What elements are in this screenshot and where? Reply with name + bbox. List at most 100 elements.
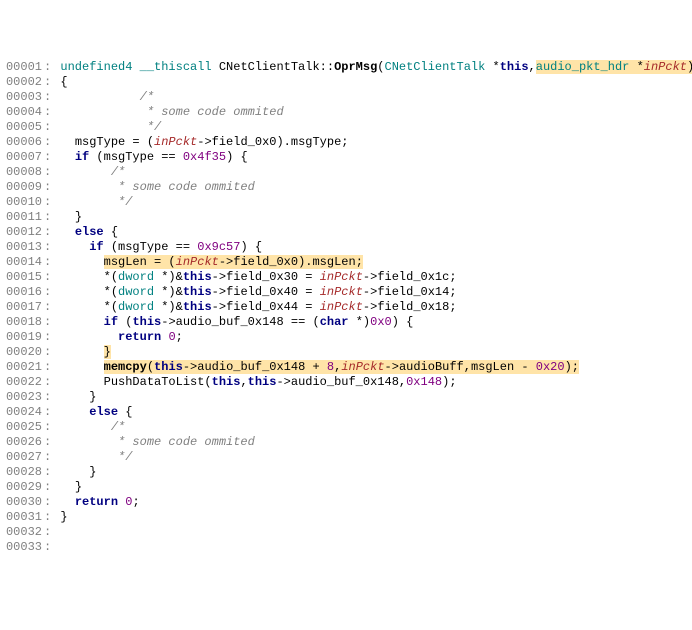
code-content[interactable]: if (this->audio_buf_0x148 == (char *)0x0…: [53, 315, 413, 330]
token: this: [500, 60, 529, 74]
line-number: 00031: [0, 510, 44, 525]
line-colon: :: [44, 90, 53, 105]
token: *)&: [154, 285, 183, 299]
code-content[interactable]: if (msgType == 0x9c57) {: [53, 240, 262, 255]
token: audio_pkt_hdr: [536, 60, 630, 74]
code-line[interactable]: 00026: * some code ommited: [0, 435, 692, 450]
token: ;: [449, 270, 456, 284]
code-content[interactable]: * some code ommited: [53, 180, 255, 195]
token: this: [132, 315, 161, 329]
code-content[interactable]: }: [53, 465, 96, 480]
token: /*: [140, 90, 154, 104]
token: PushDataToList(: [53, 375, 211, 389]
code-line[interactable]: 00025: /*: [0, 420, 692, 435]
code-content[interactable]: }: [53, 390, 96, 405]
code-line[interactable]: 00022: PushDataToList(this,this->audio_b…: [0, 375, 692, 390]
code-line[interactable]: 00032:: [0, 525, 692, 540]
code-line[interactable]: 00033:: [0, 540, 692, 555]
code-line[interactable]: 00009: * some code ommited: [0, 180, 692, 195]
code-line[interactable]: 00003: /*: [0, 90, 692, 105]
code-line[interactable]: 00021: memcpy(this->audio_buf_0x148 + 8,…: [0, 360, 692, 375]
code-line[interactable]: 00015: *(dword *)&this->field_0x30 = inP…: [0, 270, 692, 285]
code-content[interactable]: }: [53, 510, 67, 525]
code-content[interactable]: if (msgType == 0x4f35) {: [53, 150, 247, 165]
token: else: [89, 405, 118, 419]
token: audio_buf_0x148: [291, 375, 399, 389]
code-line[interactable]: 00011: }: [0, 210, 692, 225]
code-content[interactable]: /*: [53, 90, 154, 105]
code-line[interactable]: 00028: }: [0, 465, 692, 480]
code-content[interactable]: *(dword *)&this->field_0x44 = inPckt->fi…: [53, 300, 456, 315]
line-number: 00002: [0, 75, 44, 90]
line-colon: :: [44, 120, 53, 135]
code-line[interactable]: 00016: *(dword *)&this->field_0x40 = inP…: [0, 285, 692, 300]
code-content[interactable]: */: [53, 450, 132, 465]
code-content[interactable]: * some code ommited: [53, 105, 283, 120]
code-content[interactable]: */: [53, 120, 161, 135]
code-line[interactable]: 00006: msgType = (inPckt->field_0x0).msg…: [0, 135, 692, 150]
code-content[interactable]: return 0;: [53, 330, 183, 345]
code-line[interactable]: 00008: /*: [0, 165, 692, 180]
code-line[interactable]: 00018: if (this->audio_buf_0x148 == (cha…: [0, 315, 692, 330]
code-content[interactable]: *(dword *)&this->field_0x30 = inPckt->fi…: [53, 270, 456, 285]
code-content[interactable]: }: [53, 345, 111, 360]
token: }: [89, 390, 96, 404]
code-content[interactable]: undefined4 __thiscall CNetClientTalk::Op…: [53, 60, 692, 75]
token: }: [75, 210, 82, 224]
code-line[interactable]: 00012: else {: [0, 225, 692, 240]
code-content[interactable]: /*: [53, 165, 125, 180]
token: ->: [161, 315, 175, 329]
code-line[interactable]: 00030: return 0;: [0, 495, 692, 510]
code-content[interactable]: /*: [53, 420, 125, 435]
code-line[interactable]: 00020: }: [0, 345, 692, 360]
code-content[interactable]: */: [53, 195, 132, 210]
token: == (: [284, 315, 320, 329]
code-content[interactable]: memcpy(this->audio_buf_0x148 + 8,inPckt-…: [53, 360, 579, 375]
token: __thiscall: [140, 60, 212, 74]
code-line[interactable]: 00010: */: [0, 195, 692, 210]
token: [53, 495, 75, 509]
code-line[interactable]: 00023: }: [0, 390, 692, 405]
code-content[interactable]: *(dword *)&this->field_0x40 = inPckt->fi…: [53, 285, 456, 300]
code-line[interactable]: 00024: else {: [0, 405, 692, 420]
token: ) {: [240, 240, 262, 254]
code-line[interactable]: 00004: * some code ommited: [0, 105, 692, 120]
line-colon: :: [44, 180, 53, 195]
token: ).: [276, 135, 290, 149]
code-content[interactable]: PushDataToList(this,this->audio_buf_0x14…: [53, 375, 456, 390]
code-line[interactable]: 00013: if (msgType == 0x9c57) {: [0, 240, 692, 255]
line-colon: :: [44, 270, 53, 285]
code-line[interactable]: 00001: undefined4 __thiscall CNetClientT…: [0, 60, 692, 75]
code-line[interactable]: 00019: return 0;: [0, 330, 692, 345]
token: * some code ommited: [147, 105, 284, 119]
code-content[interactable]: msgLen = (inPckt->field_0x0).msgLen;: [53, 255, 363, 270]
code-line[interactable]: 00002: {: [0, 75, 692, 90]
code-line[interactable]: 00005: */: [0, 120, 692, 135]
code-line[interactable]: 00031: }: [0, 510, 692, 525]
line-colon: :: [44, 210, 53, 225]
code-line[interactable]: 00029: }: [0, 480, 692, 495]
code-line[interactable]: 00027: */: [0, 450, 692, 465]
code-content[interactable]: msgType = (inPckt->field_0x0).msgType;: [53, 135, 348, 150]
code-content[interactable]: else {: [53, 225, 118, 240]
code-line[interactable]: 00014: msgLen = (inPckt->field_0x0).msgL…: [0, 255, 692, 270]
token: 0x0: [370, 315, 392, 329]
token: msgLen -: [471, 360, 536, 374]
token: ,: [529, 60, 536, 74]
code-line[interactable]: 00007: if (msgType == 0x4f35) {: [0, 150, 692, 165]
token: ) {: [392, 315, 414, 329]
token: audio_buf_0x148: [176, 315, 284, 329]
code-line[interactable]: 00017: *(dword *)&this->field_0x44 = inP…: [0, 300, 692, 315]
token: }: [60, 510, 67, 524]
code-content[interactable]: return 0;: [53, 495, 139, 510]
code-content[interactable]: }: [53, 480, 82, 495]
code-content[interactable]: * some code ommited: [53, 435, 255, 450]
code-content[interactable]: }: [53, 210, 82, 225]
line-colon: :: [44, 105, 53, 120]
code-content[interactable]: else {: [53, 405, 132, 420]
token: this: [183, 270, 212, 284]
code-content[interactable]: {: [53, 75, 67, 90]
line-colon: :: [44, 285, 53, 300]
line-colon: :: [44, 330, 53, 345]
token: inPckt: [341, 360, 384, 374]
